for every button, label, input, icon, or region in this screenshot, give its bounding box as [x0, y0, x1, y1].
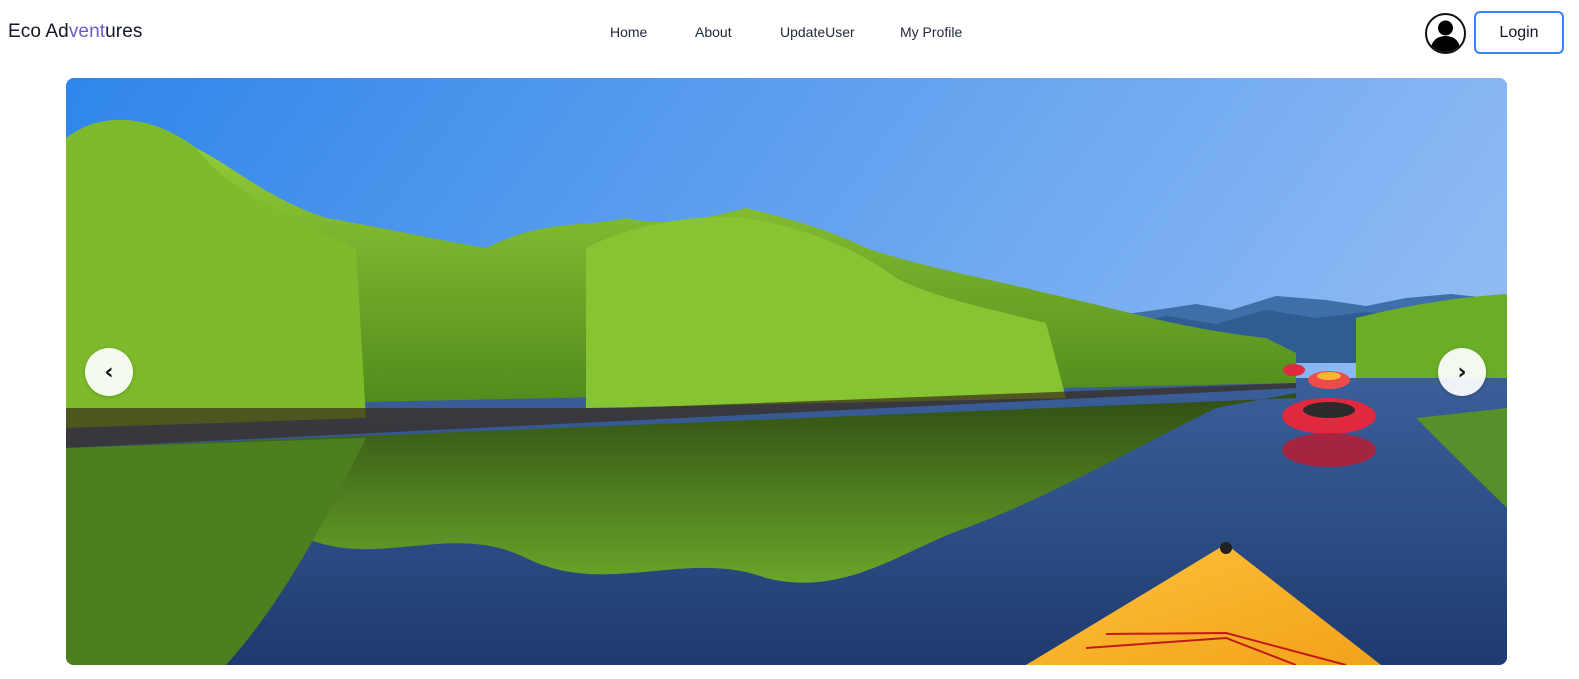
user-avatar-icon[interactable]	[1425, 13, 1466, 54]
nav-my-profile[interactable]: My Profile	[900, 24, 962, 40]
main-nav: Home About UpdateUser My Profile	[0, 24, 1579, 44]
carousel-next-button[interactable]: ›	[1438, 348, 1486, 396]
nav-update-user[interactable]: UpdateUser	[780, 24, 855, 40]
navbar: Eco Adventures Home About UpdateUser My …	[0, 0, 1579, 68]
nav-home[interactable]: Home	[610, 24, 647, 40]
hero-carousel: ‹ ›	[66, 78, 1507, 665]
nav-about[interactable]: About	[695, 24, 732, 40]
carousel-slide-image	[66, 78, 1507, 665]
login-button[interactable]: Login	[1474, 11, 1564, 54]
carousel-prev-button[interactable]: ‹	[85, 348, 133, 396]
